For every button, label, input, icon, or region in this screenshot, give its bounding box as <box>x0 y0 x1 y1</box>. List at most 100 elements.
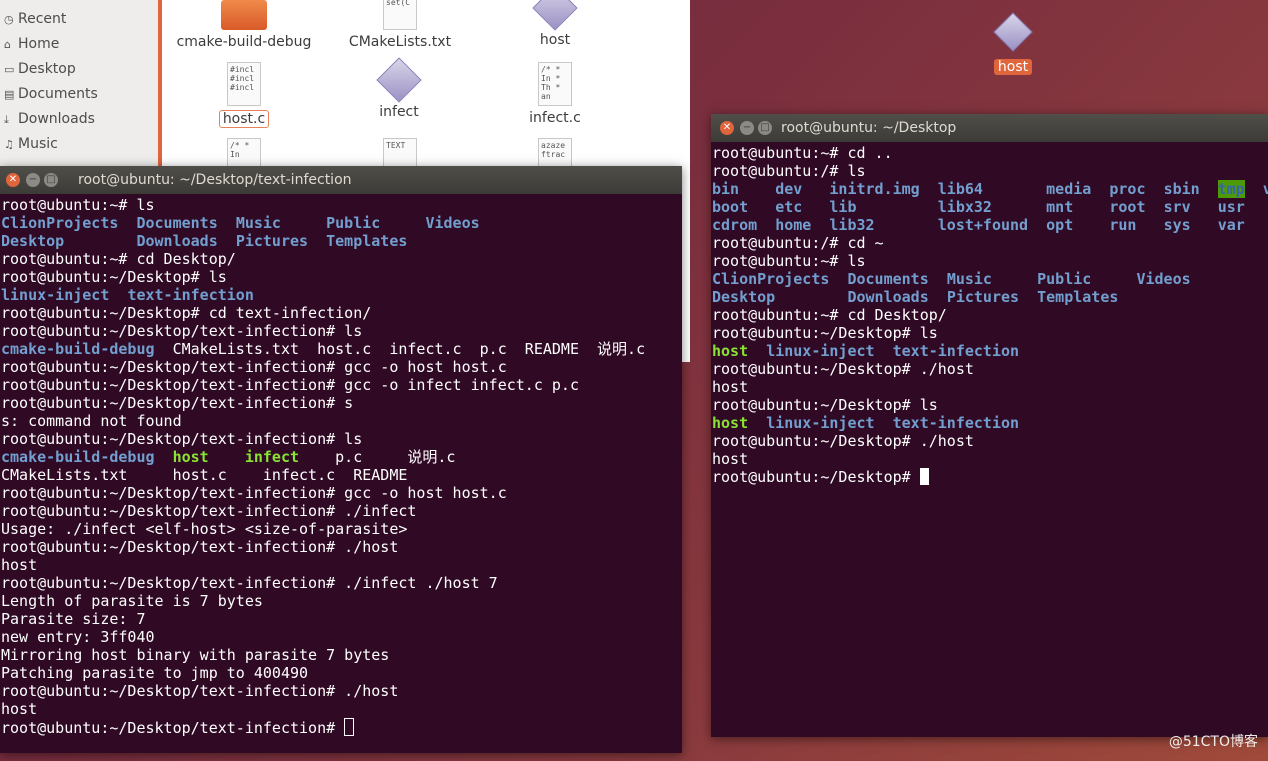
listing-entry: ClionProjects <box>1 214 119 232</box>
terminal-line: root@ubuntu:~# ls <box>712 252 1268 270</box>
listing-entry: lost+found <box>937 216 1029 234</box>
listing-entry: cdrom <box>712 216 758 234</box>
terminal-titlebar[interactable]: ✕ − □ root@ubuntu: ~/Desktop <box>711 114 1268 142</box>
terminal-text: p.c 说明.c <box>299 448 456 466</box>
terminal-line: host <box>1 700 682 718</box>
sidebar-item-label: Downloads <box>18 111 95 127</box>
terminal-line: root@ubuntu:~/Desktop/text-infection# gc… <box>1 376 682 394</box>
listing-entry: Templates <box>1037 288 1119 306</box>
listing-entry: linux-inject <box>1 286 110 304</box>
close-button[interactable]: ✕ <box>6 173 20 187</box>
terminal-text: root@ubuntu:~/Desktop/text-infection# ls <box>1 322 363 340</box>
terminal-text: root@ubuntu:~# ls <box>712 252 866 270</box>
listing-entry: cmake-build-debug <box>1 340 155 358</box>
listing-entry: usr <box>1217 198 1245 216</box>
listing-entry: Music <box>235 214 281 232</box>
terminal-text: Parasite size: 7 <box>1 610 146 628</box>
minimize-button[interactable]: − <box>26 173 40 187</box>
listing-entry: home <box>775 216 812 234</box>
listing-entry: text-infection <box>892 342 1020 360</box>
terminal-line: root@ubuntu:~/Desktop/text-infection# ./… <box>1 682 682 700</box>
listing-entry: Templates <box>326 232 408 250</box>
listing-entry: Downloads <box>847 288 929 306</box>
file-item[interactable]: #incl #incl #incl host.c <box>169 62 319 128</box>
listing-entry: mnt <box>1046 198 1074 216</box>
sidebar-item-documents[interactable]: ▤ Documents <box>0 82 158 107</box>
listing-entry: boot <box>712 198 749 216</box>
terminal-text: root@ubuntu:~# cd .. <box>712 144 893 162</box>
terminal-window-right[interactable]: ✕ − □ root@ubuntu: ~/Desktop root@ubuntu… <box>711 114 1268 737</box>
terminal-titlebar[interactable]: ✕ − □ root@ubuntu: ~/Desktop/text-infect… <box>0 166 682 194</box>
terminal-title: root@ubuntu: ~/Desktop <box>781 120 957 136</box>
terminal-text: root@ubuntu:~/Desktop# ls <box>712 396 938 414</box>
listing-entry: host <box>172 448 209 466</box>
terminal-text: s: command not found <box>1 412 182 430</box>
document-icon: ▤ <box>4 87 15 101</box>
file-item[interactable]: host <box>480 0 630 48</box>
listing-entry: text-infection <box>127 286 254 304</box>
sidebar-item-desktop[interactable]: ▭ Desktop <box>0 57 158 82</box>
minimize-button[interactable]: − <box>740 121 754 135</box>
terminal-text: root@ubuntu:~/Desktop/text-infection# ./… <box>1 574 498 592</box>
listing-entry: run <box>1109 216 1137 234</box>
sidebar-item-label: Documents <box>18 86 98 102</box>
terminal-line: root@ubuntu:~/Desktop/text-infection# ls <box>1 322 682 340</box>
terminal-title: root@ubuntu: ~/Desktop/text-infection <box>78 172 352 188</box>
desktop-host-icon[interactable]: host <box>990 12 1036 75</box>
terminal-line: root@ubuntu:~/Desktop# <box>712 468 1268 486</box>
file-item[interactable]: proje set(C CMakeLists.txt <box>325 0 475 50</box>
download-icon: ⤓ <box>4 112 9 126</box>
maximize-button[interactable]: □ <box>758 121 772 135</box>
terminal-output[interactable]: root@ubuntu:~# ls ClionProjects Documents… <box>0 194 682 737</box>
terminal-window-left[interactable]: ✕ − □ root@ubuntu: ~/Desktop/text-infect… <box>0 166 682 753</box>
terminal-text: root@ubuntu:~/Desktop/text-infection# ./… <box>1 502 417 520</box>
sidebar-item-downloads[interactable]: ⤓ Downloads <box>0 107 158 132</box>
file-item[interactable]: infect <box>324 57 474 120</box>
terminal-output[interactable]: root@ubuntu:~# cd .. root@ubuntu:/# ls bin… <box>711 142 1268 486</box>
terminal-line: host <box>712 450 1268 468</box>
listing-entry: media <box>1046 180 1092 198</box>
listing-entry: Music <box>946 270 992 288</box>
sidebar-item-home[interactable]: ⌂ Home <box>0 32 158 57</box>
terminal-line: cmake-build-debug host infect p.c 说明.c <box>1 448 682 466</box>
file-item[interactable]: cmake-build-debug <box>169 0 319 50</box>
sidebar-item-music[interactable]: ♫ Music <box>0 132 158 157</box>
close-button[interactable]: ✕ <box>720 121 734 135</box>
sidebar-item-recent[interactable]: ◷ Recent <box>0 7 158 32</box>
terminal-text: Length of parasite is 7 bytes <box>1 592 263 610</box>
listing-entry: Public <box>326 214 381 232</box>
listing-entry: infect <box>244 448 300 466</box>
terminal-line: root@ubuntu:~/Desktop/text-infection# gc… <box>1 484 682 502</box>
terminal-line: root@ubuntu:~# cd Desktop/ <box>1 250 682 268</box>
listing-entry: proc <box>1109 180 1146 198</box>
maximize-button[interactable]: □ <box>44 173 58 187</box>
terminal-text: root@ubuntu:~# cd Desktop/ <box>1 250 236 268</box>
terminal-text: root@ubuntu:~/Desktop/text-infection# gc… <box>1 376 579 394</box>
text-file-icon: /* * In * Th * an <box>538 62 572 106</box>
terminal-line: root@ubuntu:~/Desktop# ./host <box>712 432 1268 450</box>
listing-entry: lib32 <box>829 216 875 234</box>
file-item[interactable]: /* * In * Th * an infect.c <box>480 62 630 126</box>
terminal-line: ClionProjects Documents Music Public Vid… <box>712 270 1268 288</box>
terminal-line: Mirroring host binary with parasite 7 by… <box>1 646 682 664</box>
